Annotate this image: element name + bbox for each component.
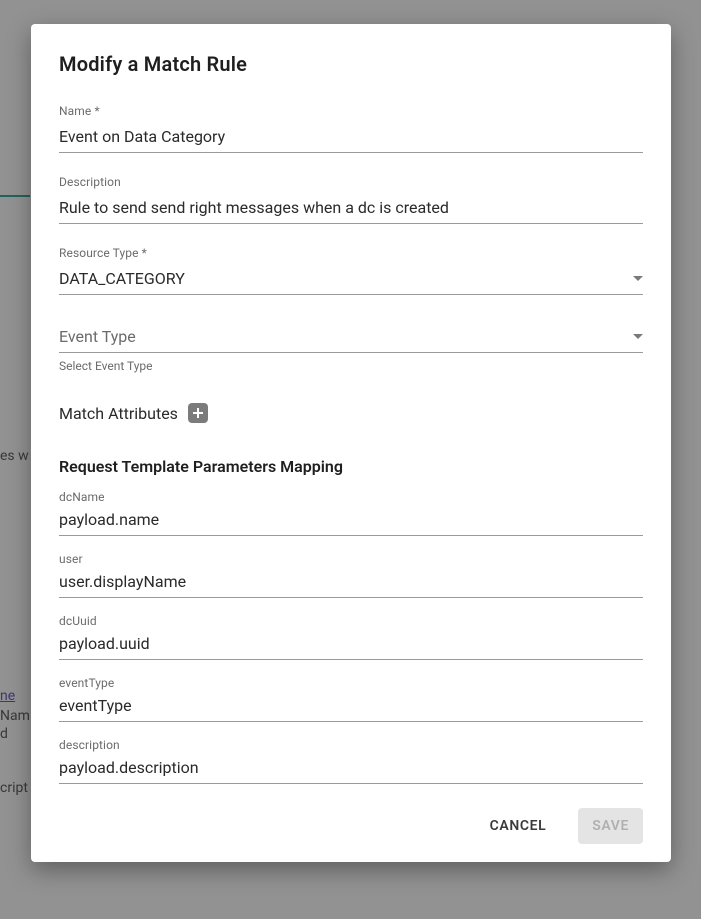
name-input[interactable] bbox=[59, 123, 643, 153]
param-user-label: user bbox=[59, 552, 643, 566]
dialog-actions: CANCEL SAVE bbox=[59, 808, 643, 844]
resource-type-select[interactable]: DATA_CATEGORY bbox=[59, 265, 643, 295]
save-button[interactable]: SAVE bbox=[578, 808, 643, 844]
param-dcname-input[interactable] bbox=[59, 508, 643, 536]
plus-icon bbox=[192, 407, 204, 419]
param-description-label: description bbox=[59, 738, 643, 752]
chevron-down-icon bbox=[633, 276, 643, 281]
dialog-title: Modify a Match Rule bbox=[59, 52, 643, 76]
param-eventtype-input[interactable] bbox=[59, 694, 643, 722]
event-type-placeholder: Event Type bbox=[59, 327, 136, 346]
param-description-field: description bbox=[59, 738, 643, 784]
resource-type-label: Resource Type * bbox=[59, 246, 643, 260]
description-label: Description bbox=[59, 175, 643, 189]
modify-match-rule-dialog: Modify a Match Rule Name * Description R… bbox=[31, 24, 671, 862]
description-field: Description bbox=[59, 175, 643, 224]
event-type-field: Event Type Select Event Type bbox=[59, 323, 643, 373]
param-description-input[interactable] bbox=[59, 756, 643, 784]
cancel-button[interactable]: CANCEL bbox=[476, 808, 561, 844]
name-label: Name * bbox=[59, 104, 643, 118]
param-eventtype-field: eventType bbox=[59, 676, 643, 722]
event-type-select[interactable]: Event Type bbox=[59, 323, 643, 353]
match-attributes-row: Match Attributes bbox=[59, 403, 643, 423]
match-attributes-label: Match Attributes bbox=[59, 404, 178, 423]
param-user-field: user bbox=[59, 552, 643, 598]
param-dcname-field: dcName bbox=[59, 490, 643, 536]
name-field: Name * bbox=[59, 104, 643, 153]
params-section-title: Request Template Parameters Mapping bbox=[59, 457, 643, 476]
param-dcuuid-input[interactable] bbox=[59, 632, 643, 660]
description-input[interactable] bbox=[59, 194, 643, 224]
add-match-attribute-button[interactable] bbox=[188, 403, 208, 423]
chevron-down-icon bbox=[633, 334, 643, 339]
param-dcname-label: dcName bbox=[59, 490, 643, 504]
resource-type-field: Resource Type * DATA_CATEGORY bbox=[59, 246, 643, 295]
event-type-helper: Select Event Type bbox=[59, 359, 643, 373]
param-dcuuid-label: dcUuid bbox=[59, 614, 643, 628]
param-eventtype-label: eventType bbox=[59, 676, 643, 690]
resource-type-value: DATA_CATEGORY bbox=[59, 269, 185, 288]
param-dcuuid-field: dcUuid bbox=[59, 614, 643, 660]
param-user-input[interactable] bbox=[59, 570, 643, 598]
